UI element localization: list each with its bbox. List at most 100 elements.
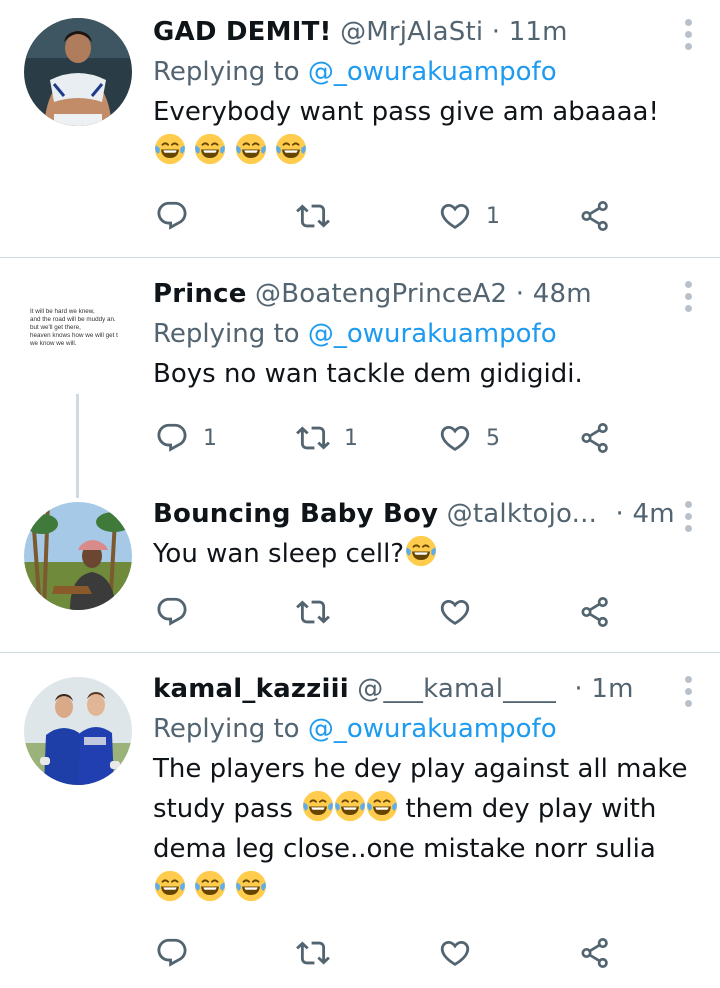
mention-link[interactable]: @_owurakuampofo <box>308 714 557 744</box>
avatar-text-line: but we'll get there, <box>30 324 81 331</box>
share-button[interactable] <box>578 592 612 632</box>
laughing-emoji <box>234 869 268 903</box>
laughing-emoji <box>193 132 227 166</box>
laughing-emoji <box>234 132 268 166</box>
user-handle[interactable]: @talktojo... <box>447 499 597 529</box>
avatar[interactable] <box>24 18 132 126</box>
reply-button[interactable] <box>155 196 203 236</box>
retweet-icon <box>296 199 330 233</box>
share-button[interactable] <box>578 196 612 236</box>
tweet-actions <box>153 592 633 632</box>
tweet-actions <box>153 933 633 973</box>
user-handle[interactable]: @BoatengPrinceA2 <box>255 279 507 309</box>
reply-button[interactable]: 1 <box>155 418 217 458</box>
tweet[interactable]: kamal_kazziii @___kamal____ · 1m Replyin… <box>0 653 720 988</box>
like-count: 5 <box>486 425 500 451</box>
tweet-actions: 1 <box>153 196 633 236</box>
tweet-text-span: study pass <box>153 794 293 824</box>
share-icon <box>578 595 612 629</box>
avatar-text-line: It will be hard we knew, <box>30 308 95 315</box>
avatar[interactable] <box>24 677 132 785</box>
separator-dot: · <box>491 17 501 47</box>
more-icon[interactable] <box>678 675 698 709</box>
laughing-emoji <box>333 789 367 823</box>
emoji-line <box>153 869 700 909</box>
replying-to-line: Replying to @_owurakuampofo <box>153 709 700 749</box>
tweet-text: Everybody want pass give am abaaaa! <box>153 92 700 172</box>
timestamp[interactable]: 1m <box>591 674 633 704</box>
tweet-text-line: The players he dey play against all make <box>153 754 688 784</box>
avatar-quote-text: It will be hard we knew, and the road wi… <box>30 308 132 348</box>
tweet-text: You wan sleep cell? <box>153 534 700 574</box>
like-icon <box>438 199 472 233</box>
timestamp[interactable]: 48m <box>533 279 592 309</box>
replying-to-label: Replying to <box>153 57 300 87</box>
avatar[interactable]: It will be hard we knew, and the road wi… <box>24 272 132 380</box>
retweet-icon <box>296 595 330 629</box>
laughing-emoji <box>404 534 438 568</box>
display-name[interactable]: Bouncing Baby Boy <box>153 499 438 529</box>
share-button[interactable] <box>578 418 612 458</box>
tweet-text-line: study pass them dey play with <box>153 789 700 829</box>
retweet-icon <box>296 421 330 455</box>
avatar-photo-icon <box>24 502 132 610</box>
retweet-button[interactable] <box>296 933 344 973</box>
retweet-count: 1 <box>344 425 358 451</box>
avatar-photo-icon <box>24 18 132 126</box>
timestamp[interactable]: 4m <box>632 499 674 529</box>
like-button[interactable] <box>438 933 486 973</box>
laughing-emoji <box>301 789 335 823</box>
tweet-text: Boys no wan tackle dem gidigidi. <box>153 354 700 394</box>
reply-button[interactable] <box>155 933 203 973</box>
laughing-emoji <box>365 789 399 823</box>
like-button[interactable] <box>438 592 486 632</box>
share-button[interactable] <box>578 933 612 973</box>
tweet-text-span: You wan sleep cell? <box>153 539 405 569</box>
avatar-text-line: heaven knows how we will get t <box>30 332 118 339</box>
display-name[interactable]: GAD DEMIT! <box>153 17 332 47</box>
share-icon <box>578 199 612 233</box>
separator-dot: · <box>615 499 624 529</box>
display-name[interactable]: Prince <box>153 279 247 309</box>
tweet[interactable]: Bouncing Baby Boy @talktojo... · 4m You … <box>0 486 720 650</box>
laughing-emoji <box>274 132 308 166</box>
tweet-text-line: Everybody want pass give am abaaaa! <box>153 97 659 127</box>
laughing-emoji <box>153 869 187 903</box>
display-name[interactable]: kamal_kazziii <box>153 674 349 704</box>
user-handle[interactable]: @___kamal____ <box>357 674 556 704</box>
like-button[interactable]: 1 <box>438 196 500 236</box>
more-icon[interactable] <box>678 500 698 534</box>
like-icon <box>438 936 472 970</box>
more-icon[interactable] <box>678 280 698 314</box>
avatar-photo-icon <box>24 677 132 785</box>
like-icon <box>438 595 472 629</box>
mention-link[interactable]: @_owurakuampofo <box>308 319 557 349</box>
tweet[interactable]: It will be hard we knew, and the road wi… <box>0 258 720 486</box>
replying-to-line: Replying to @_owurakuampofo <box>153 314 700 354</box>
like-count: 1 <box>486 203 500 229</box>
tweet-text-line: You wan sleep cell? <box>153 534 700 574</box>
more-icon[interactable] <box>678 18 698 52</box>
reply-button[interactable] <box>155 592 203 632</box>
tweet-text-line: Boys no wan tackle dem gidigidi. <box>153 359 583 389</box>
share-icon <box>578 421 612 455</box>
replying-to-label: Replying to <box>153 319 300 349</box>
retweet-icon <box>296 936 330 970</box>
avatar[interactable] <box>24 502 132 610</box>
reply-count: 1 <box>203 425 217 451</box>
tweet[interactable]: GAD DEMIT! @MrjAlaSti · 11m Replying to … <box>0 0 720 256</box>
like-button[interactable]: 5 <box>438 418 500 458</box>
thread-connector <box>76 394 79 498</box>
retweet-button[interactable] <box>296 196 344 236</box>
reply-icon <box>155 595 189 629</box>
like-icon <box>438 421 472 455</box>
retweet-button[interactable] <box>296 592 344 632</box>
tweet-actions: 1 1 5 <box>153 418 633 458</box>
timestamp[interactable]: 11m <box>509 17 568 47</box>
tweet-text-line: dema leg close..one mistake norr sulia <box>153 834 656 864</box>
retweet-button[interactable]: 1 <box>296 418 358 458</box>
user-handle[interactable]: @MrjAlaSti <box>340 17 483 47</box>
mention-link[interactable]: @_owurakuampofo <box>308 57 557 87</box>
emoji-line <box>153 132 700 172</box>
avatar-text-line: and the road will be muddy an. <box>30 316 116 323</box>
